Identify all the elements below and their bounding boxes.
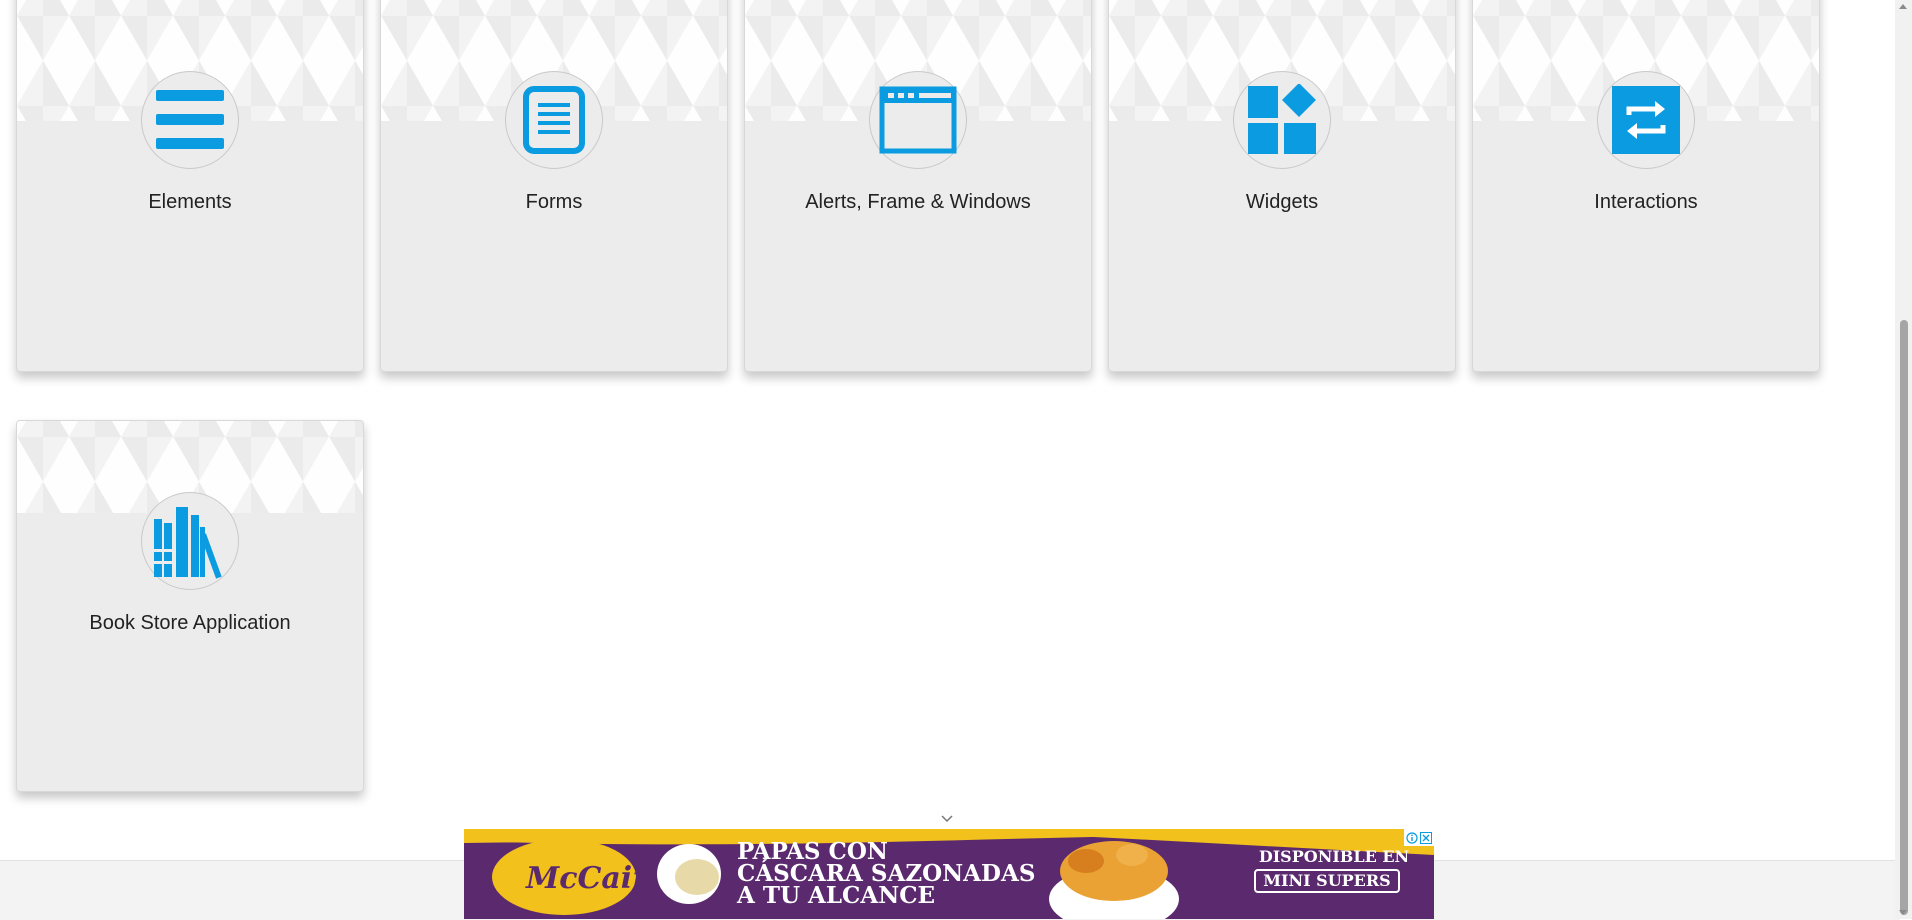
ad-controls xyxy=(1404,829,1434,846)
ad-brand-logo: McCain xyxy=(526,861,654,896)
chevron-down-icon[interactable] xyxy=(940,814,954,824)
card-avatar xyxy=(869,71,967,169)
card-title: Interactions xyxy=(1594,191,1698,213)
interactions-icon xyxy=(1612,86,1680,154)
card-avatar xyxy=(1597,71,1695,169)
elements-icon xyxy=(156,90,224,149)
widgets-icon xyxy=(1248,84,1316,154)
card-title: Elements xyxy=(148,191,232,213)
scroll-up-icon[interactable] xyxy=(1899,4,1907,9)
scroll-down-icon[interactable] xyxy=(1899,910,1907,915)
card-title: Forms xyxy=(525,191,583,213)
forms-icon xyxy=(523,86,585,154)
card-avatar xyxy=(141,492,239,590)
card-forms[interactable]: Forms xyxy=(380,0,728,372)
card-avatar xyxy=(505,71,603,169)
vertical-scrollbar[interactable] xyxy=(1895,0,1912,919)
card-alerts-frame-windows[interactable]: Alerts, Frame & Windows xyxy=(744,0,1092,372)
card-avatar xyxy=(141,71,239,169)
ad-banner[interactable]: McCain PAPAS CON CÁSCARA SAZONADAS A TU … xyxy=(464,829,1434,919)
ad-info-icon[interactable] xyxy=(1406,831,1418,844)
card-avatar xyxy=(1233,71,1331,169)
card-title: Book Store Application xyxy=(89,612,291,634)
card-book-store-application[interactable]: Book Store Application xyxy=(16,420,364,792)
bookstore-icon xyxy=(154,507,222,579)
scrollbar-thumb[interactable] xyxy=(1900,320,1908,915)
card-title: Widgets xyxy=(1245,191,1319,213)
card-elements[interactable]: Elements xyxy=(16,0,364,372)
card-widgets[interactable]: Widgets xyxy=(1108,0,1456,372)
alerts-window-icon xyxy=(879,86,957,154)
ad-headline-line: A TU ALCANCE xyxy=(737,882,936,909)
ad-headline: PAPAS CON CÁSCARA SAZONADAS A TU ALCANCE xyxy=(737,840,1057,909)
card-interactions[interactable]: Interactions xyxy=(1472,0,1820,372)
ad-close-icon[interactable] xyxy=(1420,831,1432,844)
ad-cta-button[interactable]: MINI SUPERS xyxy=(1254,869,1400,893)
card-title: Alerts, Frame & Windows xyxy=(805,191,1031,213)
ad-availability-text: DISPONIBLE EN xyxy=(1258,847,1410,866)
